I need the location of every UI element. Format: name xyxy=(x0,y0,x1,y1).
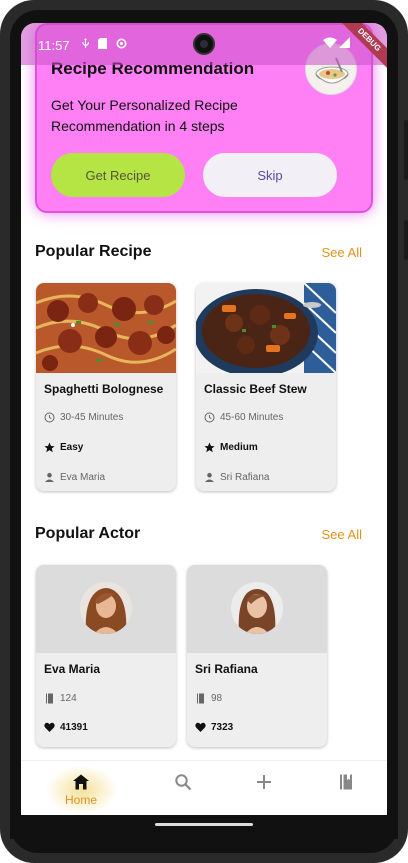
actor-name: Sri Rafiana xyxy=(195,662,258,676)
power-button xyxy=(404,220,408,260)
data-saver-icon xyxy=(116,38,127,52)
bottom-navigation: Home xyxy=(21,760,387,815)
clock-icon xyxy=(204,412,215,423)
recipe-name: Classic Beef Stew xyxy=(204,382,307,396)
popular-recipe-see-all-link[interactable]: See All xyxy=(322,245,362,260)
popular-actor-see-all-link[interactable]: See All xyxy=(322,527,362,542)
wifi-icon xyxy=(323,37,337,51)
recipe-duration: 45-60 Minutes xyxy=(204,412,283,423)
home-gesture-bar[interactable] xyxy=(155,823,253,826)
heart-icon xyxy=(195,722,206,732)
star-icon xyxy=(44,442,55,453)
recipe-card[interactable]: Spaghetti Bolognese 30-45 Minutes Easy E… xyxy=(36,283,176,491)
recipe-author: Eva Maria xyxy=(44,472,105,483)
status-time: 11:57 xyxy=(38,38,70,53)
nav-add-tab[interactable] xyxy=(244,773,284,803)
likes-text: 41391 xyxy=(60,722,88,733)
sd-card-icon xyxy=(98,38,107,52)
actor-card[interactable]: Sri Rafiana 98 7323 xyxy=(187,565,327,747)
gesture-area xyxy=(10,815,398,839)
clock-icon xyxy=(44,412,55,423)
person-icon xyxy=(205,472,214,482)
heart-icon xyxy=(44,722,55,732)
recipe-count-text: 98 xyxy=(211,693,223,704)
book-icon xyxy=(197,693,204,704)
status-bar: 11:57 DEBUG xyxy=(21,23,387,74)
actor-likes: 7323 xyxy=(195,722,233,733)
author-text: Eva Maria xyxy=(60,472,106,483)
likes-text: 7323 xyxy=(211,722,234,733)
nav-search-tab[interactable] xyxy=(163,773,203,803)
popular-actor-heading: Popular Actor xyxy=(35,525,141,542)
app-screen: 11:57 DEBUG Recipe Recommendation Get Yo… xyxy=(21,23,387,815)
actor-recipe-count: 98 xyxy=(195,693,222,704)
difficulty-text: Easy xyxy=(60,442,84,453)
book-icon xyxy=(340,774,352,790)
actor-card-header xyxy=(187,565,327,653)
actor-recipe-count: 124 xyxy=(44,693,77,704)
skip-button[interactable]: Skip xyxy=(203,153,337,197)
spaghetti-image xyxy=(36,283,176,373)
actor-avatar xyxy=(231,582,283,634)
difficulty-text: Medium xyxy=(220,442,258,453)
actor-card-header xyxy=(36,565,176,653)
front-camera xyxy=(193,33,215,55)
actor-likes: 41391 xyxy=(44,722,88,733)
search-icon xyxy=(175,774,192,791)
actor-name: Eva Maria xyxy=(44,662,101,676)
recipe-duration: 30-45 Minutes xyxy=(44,412,123,423)
recipe-name: Spaghetti Bolognese xyxy=(44,382,164,396)
usb-icon xyxy=(81,38,90,52)
recipe-card[interactable]: Classic Beef Stew 45-60 Minutes Medium S… xyxy=(196,283,336,491)
recipe-count-text: 124 xyxy=(60,693,77,704)
star-icon xyxy=(204,442,215,453)
book-icon xyxy=(46,693,53,704)
home-icon xyxy=(73,774,89,790)
duration-text: 30-45 Minutes xyxy=(60,412,124,423)
actor-avatar xyxy=(80,582,132,634)
author-text: Sri Rafiana xyxy=(220,472,270,483)
signal-icon xyxy=(339,37,350,51)
get-recipe-button[interactable]: Get Recipe xyxy=(51,153,185,197)
promo-subtitle: Get Your Personalized Recipe Recommendat… xyxy=(51,97,238,134)
recipe-difficulty: Medium xyxy=(204,442,258,453)
recipe-difficulty: Easy xyxy=(44,442,83,453)
duration-text: 45-60 Minutes xyxy=(220,412,284,423)
actor-card[interactable]: Eva Maria 124 41391 xyxy=(36,565,176,747)
beef-stew-image xyxy=(196,283,336,373)
nav-home-label: Home xyxy=(64,793,97,807)
volume-button xyxy=(404,120,408,180)
person-icon xyxy=(45,472,54,482)
nav-bookmarks-tab[interactable] xyxy=(326,773,366,803)
popular-recipe-heading: Popular Recipe xyxy=(35,243,152,260)
plus-icon xyxy=(257,775,271,789)
recipe-author: Sri Rafiana xyxy=(204,472,269,483)
